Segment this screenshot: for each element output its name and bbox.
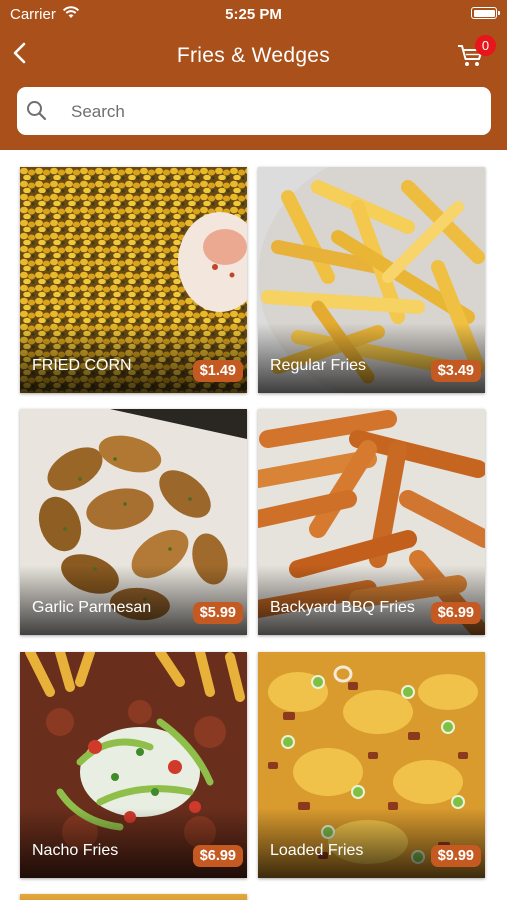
product-card-backyard-bbq-fries[interactable]: Backyard BBQ Fries $6.99	[258, 409, 485, 635]
product-name: Backyard BBQ Fries	[270, 599, 415, 616]
product-price-badge: $6.99	[430, 602, 481, 624]
product-card-nacho-fries[interactable]: Nacho Fries $6.99	[20, 652, 247, 878]
product-card-garlic-parmesan[interactable]: Garlic Parmesan $5.99	[20, 409, 247, 635]
product-price-badge: $9.99	[430, 845, 481, 867]
product-price-badge: $5.99	[192, 602, 243, 624]
product-name: Nacho Fries	[32, 842, 119, 859]
product-card-partial[interactable]	[20, 894, 247, 900]
status-time: 5:25 PM	[225, 6, 282, 23]
battery-icon	[471, 7, 500, 19]
product-name: Garlic Parmesan	[32, 599, 152, 616]
product-grid: FRIED CORN $1.49 Regular Fries $3.49 Gar…	[0, 150, 507, 900]
page-title: Fries & Wedges	[176, 44, 331, 67]
product-name: FRIED CORN	[32, 357, 132, 374]
search-icon	[27, 101, 47, 121]
product-card-fried-corn[interactable]: FRIED CORN $1.49	[20, 167, 247, 393]
header-bar: Carrier 5:25 PM Fries & Wedges 0	[0, 0, 507, 150]
product-price-badge: $3.49	[430, 360, 481, 382]
cart-count-badge: 0	[475, 35, 496, 56]
partial-card-image	[20, 894, 247, 900]
navigation-bar: Fries & Wedges 0	[0, 30, 507, 80]
status-bar: Carrier 5:25 PM	[0, 0, 507, 28]
product-price-badge: $1.49	[192, 360, 243, 382]
search-bar[interactable]	[17, 87, 491, 137]
product-price-badge: $6.99	[192, 845, 243, 867]
product-card-loaded-fries[interactable]: Loaded Fries $9.99	[258, 652, 485, 878]
search-input[interactable]	[69, 87, 483, 137]
product-name: Loaded Fries	[270, 842, 364, 859]
product-name: Regular Fries	[270, 357, 367, 374]
cart-button[interactable]: 0	[451, 32, 499, 74]
product-card-regular-fries[interactable]: Regular Fries $3.49	[258, 167, 485, 393]
